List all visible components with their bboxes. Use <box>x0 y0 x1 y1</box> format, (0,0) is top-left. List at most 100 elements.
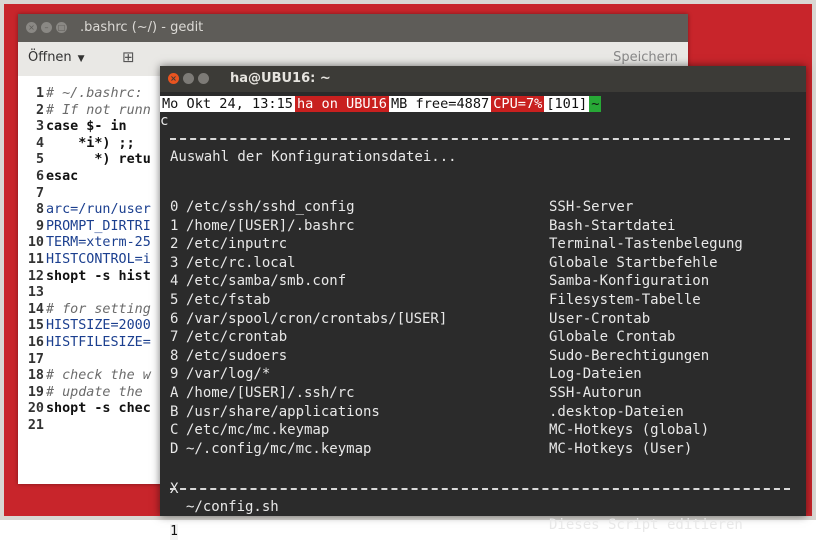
config-path: /var/spool/cron/crontabs/[USER] <box>186 310 448 327</box>
desktop-background: × – □ .bashrc (~/) - gedit Öffnen ▼ ⊞ Speic… <box>4 4 812 540</box>
gedit-window-controls: × – □ <box>26 22 71 37</box>
line-code: # for setting <box>46 301 151 317</box>
code-line: 4 *i*) ;; <box>18 136 151 153</box>
input-cursor[interactable]: 1 <box>170 524 178 540</box>
line-code: esac <box>46 168 79 184</box>
config-path: /etc/inputrc <box>186 236 288 253</box>
config-description: SSH-Autorun <box>549 385 642 401</box>
config-description: MC-Hotkeys (User) <box>549 440 693 457</box>
code-line: 7 <box>18 186 151 203</box>
gedit-titlebar: × – □ .bashrc (~/) - gedit <box>18 14 688 42</box>
config-path: /etc/ssh/sshd_config <box>186 199 355 215</box>
config-key: 7 <box>170 329 179 346</box>
config-description: SSH-Server <box>549 199 634 215</box>
line-number: 11 <box>27 251 44 267</box>
line-code: TERM=xterm-25 <box>46 235 151 251</box>
line-number: 1 <box>35 86 44 101</box>
line-code: shopt -s hist <box>46 268 151 284</box>
code-line: 12 shopt -s hist <box>18 269 151 286</box>
code-line: 5 *) retu <box>18 152 151 169</box>
save-button[interactable]: Speichern <box>613 50 678 65</box>
line-code: *) retu <box>46 152 151 168</box>
menu-heading: Auswahl der Konfigurationsdatei... <box>170 149 457 165</box>
line-code: # ~/.bashrc: <box>46 86 143 101</box>
terminal-body[interactable]: Mo Okt 24, 13:15 ha on UBU16 MB free=4887 C… <box>160 92 806 540</box>
config-item[interactable]: 9/var/log/* Log-Dateien <box>160 365 806 383</box>
config-item[interactable]: A/home/[USER]/.ssh/rc SSH-Autorun <box>160 384 806 402</box>
code-line: 20 shopt -s chec <box>18 401 151 418</box>
code-line: 21 <box>18 418 151 435</box>
config-item-extra[interactable]: X ~/config.sh Dieses Script editieren <box>160 462 806 533</box>
code-line: 8 arc=/run/user <box>18 202 151 219</box>
prompt-line: c <box>160 113 169 129</box>
config-item[interactable]: C/etc/mc/mc.keymap MC-Hotkeys (global) <box>160 421 806 439</box>
terminal-window-title: ha@UBU16: ~ <box>230 71 331 86</box>
line-number: 8 <box>35 202 44 218</box>
maximize-icon[interactable]: □ <box>56 22 67 33</box>
config-item[interactable]: 5/etc/fstab Filesystem-Tabelle <box>160 291 806 309</box>
config-key: 4 <box>170 273 179 290</box>
config-path: /var/log/* <box>186 366 271 383</box>
config-description: Terminal-Tastenbelegung <box>549 236 743 253</box>
open-button-label: Öffnen <box>28 50 72 65</box>
config-path: /home/[USER]/.ssh/rc <box>186 385 355 401</box>
line-code: # If not runn <box>46 102 151 118</box>
line-code: # update the <box>46 384 143 400</box>
maximize-icon[interactable] <box>198 73 209 84</box>
status-indicator: ~ <box>589 96 602 112</box>
config-key: 0 <box>170 199 179 215</box>
line-code: HISTFILESIZE= <box>46 334 151 350</box>
status-line: Mo Okt 24, 13:15 ha on UBU16 MB free=4887 C… <box>160 96 602 112</box>
line-number: 12 <box>27 268 44 284</box>
code-line: 1 # ~/.bashrc: <box>18 86 151 103</box>
config-item[interactable]: 6/var/spool/cron/crontabs/[USER] User-Cro… <box>160 310 806 328</box>
config-path: ~/config.sh <box>186 499 279 515</box>
config-item[interactable]: B/usr/share/applications .desktop-Dateien <box>160 403 806 421</box>
config-item[interactable]: 3/etc/rc.local Globale Startbefehle <box>160 254 806 272</box>
config-item[interactable]: 1/home/[USER]/.bashrc Bash-Startdatei <box>160 217 806 235</box>
line-number: 21 <box>27 417 44 433</box>
close-icon[interactable]: × <box>26 22 37 33</box>
config-key: B <box>170 403 179 420</box>
config-key: 2 <box>170 236 179 253</box>
line-code: *i*) ;; <box>46 135 135 151</box>
code-line: 10 TERM=xterm-25 <box>18 235 151 252</box>
config-path: /usr/share/applications <box>186 403 380 420</box>
config-key: 8 <box>170 347 179 364</box>
close-icon[interactable]: × <box>168 73 179 84</box>
minimize-icon[interactable]: – <box>41 22 52 33</box>
config-item[interactable]: 4/etc/samba/smb.conf Samba-Konfiguration <box>160 272 806 290</box>
code-line: 14 # for setting <box>18 302 151 319</box>
config-key: 6 <box>170 310 179 327</box>
config-path: /etc/samba/smb.conf <box>186 273 347 290</box>
open-button[interactable]: Öffnen ▼ <box>28 50 85 65</box>
line-code: # check the w <box>46 368 151 384</box>
line-number: 17 <box>27 351 44 367</box>
terminal-titlebar: × ha@UBU16: ~ <box>160 66 806 92</box>
line-number: 20 <box>27 401 44 417</box>
code-line: 19 # update the <box>18 385 151 402</box>
config-key: A <box>170 385 179 401</box>
divider-bottom <box>170 488 790 490</box>
config-path: /etc/fstab <box>186 292 271 308</box>
line-code: case $- in <box>46 119 127 135</box>
chevron-down-icon: ▼ <box>77 54 85 64</box>
new-tab-icon[interactable]: ⊞ <box>122 48 135 66</box>
code-line: 9 PROMPT_DIRTRI <box>18 219 151 236</box>
line-number: 14 <box>27 301 44 317</box>
config-key: 5 <box>170 292 179 308</box>
config-item[interactable]: 8/etc/sudoers Sudo-Berechtigungen <box>160 347 806 365</box>
line-number: 9 <box>35 218 44 234</box>
config-path: /etc/rc.local <box>186 254 296 271</box>
config-item[interactable]: 2/etc/inputrc Terminal-Tastenbelegung <box>160 235 806 253</box>
terminal-window-controls: × <box>168 73 213 88</box>
gedit-window-title: .bashrc (~/) - gedit <box>80 20 204 35</box>
config-item[interactable]: D ~/.config/mc/mc.keymap MC-Hotkeys (User) <box>160 440 806 458</box>
config-item[interactable]: 7/etc/crontab Globale Crontab <box>160 328 806 346</box>
minimize-icon[interactable] <box>183 73 194 84</box>
line-code: arc=/run/user <box>46 202 151 218</box>
terminal-window: × ha@UBU16: ~ Mo Okt 24, 13:15 ha on UBU1… <box>160 66 806 540</box>
config-key: 9 <box>170 366 179 383</box>
line-number: 3 <box>35 119 44 135</box>
config-item[interactable]: 0/etc/ssh/sshd_config SSH-Server <box>160 198 806 216</box>
